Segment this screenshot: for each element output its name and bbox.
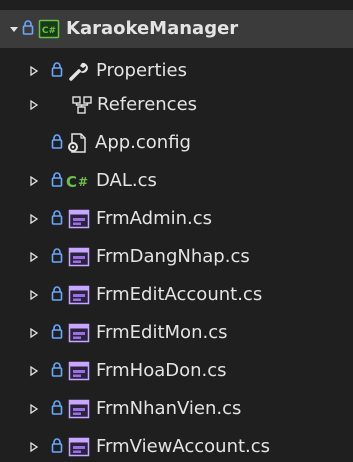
tree-item-label: FrmViewAccount.cs	[96, 436, 271, 457]
form-icon	[68, 360, 90, 382]
expand-arrow-icon[interactable]	[27, 209, 41, 229]
svg-text:#: #	[78, 175, 88, 189]
expand-arrow-icon[interactable]	[27, 285, 41, 305]
tree-item-label: App.config	[95, 132, 191, 153]
lock-icon	[51, 399, 64, 419]
lock-icon	[51, 209, 64, 229]
tree-item-form[interactable]: FrmEditAccount.cs	[0, 276, 353, 314]
expand-arrow-icon[interactable]	[27, 171, 41, 191]
form-icon	[68, 398, 90, 420]
references-icon	[71, 94, 93, 116]
lock-icon	[51, 133, 64, 153]
tree-item-label: FrmDangNhap.cs	[96, 246, 250, 267]
form-icon	[68, 322, 90, 344]
expand-arrow-icon[interactable]	[27, 247, 41, 267]
tree-item-form[interactable]: FrmHoaDon.cs	[0, 352, 353, 390]
expand-arrow-icon[interactable]	[27, 323, 41, 343]
expand-arrow-icon[interactable]	[27, 95, 41, 115]
tree-item-form[interactable]: FrmViewAccount.cs	[0, 428, 353, 462]
lock-icon	[51, 61, 64, 81]
tree-item-label: References	[97, 94, 198, 115]
expand-arrow-icon[interactable]	[7, 19, 21, 39]
form-icon	[68, 284, 90, 306]
tree-item-properties[interactable]: Properties	[0, 52, 353, 90]
expand-arrow-icon[interactable]	[27, 361, 41, 381]
tree-item-form[interactable]: FrmNhanVien.cs	[0, 390, 353, 428]
lock-icon	[51, 361, 64, 381]
tree-item-label: FrmEditMon.cs	[96, 322, 228, 343]
svg-text:C: C	[66, 173, 77, 191]
tree-item-label: FrmEditAccount.cs	[96, 284, 263, 305]
csharp-file-icon: C #	[66, 170, 88, 192]
csharp-project-icon: C#	[38, 18, 60, 40]
tree-item-dal-cs[interactable]: C # DAL.cs	[0, 162, 353, 200]
lock-icon	[51, 171, 64, 191]
lock-icon	[51, 285, 64, 305]
form-icon	[68, 246, 90, 268]
lock-icon	[22, 19, 35, 39]
form-icon	[68, 436, 90, 458]
project-node-karaokemanager[interactable]: C# KaraokeManager	[0, 10, 353, 48]
svg-text:C#: C#	[42, 26, 56, 36]
expand-arrow-icon[interactable]	[27, 61, 41, 81]
lock-icon	[51, 323, 64, 343]
tree-item-app-config[interactable]: App.config	[0, 124, 353, 162]
lock-icon	[51, 247, 64, 267]
tree-item-form[interactable]: FrmEditMon.cs	[0, 314, 353, 352]
config-file-icon	[66, 132, 88, 154]
tree-item-form[interactable]: FrmAdmin.cs	[0, 200, 353, 238]
tree-item-label: DAL.cs	[96, 170, 157, 191]
form-icon	[68, 208, 90, 230]
expand-arrow-icon[interactable]	[27, 437, 41, 457]
tree-item-references[interactable]: References	[0, 86, 353, 124]
tree-item-label: FrmHoaDon.cs	[96, 360, 227, 381]
tree-item-label: FrmAdmin.cs	[96, 208, 213, 229]
wrench-icon	[67, 60, 89, 82]
solution-explorer-tree: C# KaraokeManager Properties References …	[0, 0, 353, 462]
tree-item-form[interactable]: FrmDangNhap.cs	[0, 238, 353, 276]
tree-item-label: Properties	[96, 60, 187, 81]
project-name-label: KaraokeManager	[66, 18, 239, 39]
lock-icon	[51, 437, 64, 457]
tree-item-label: FrmNhanVien.cs	[96, 398, 242, 419]
expand-arrow-icon[interactable]	[27, 399, 41, 419]
